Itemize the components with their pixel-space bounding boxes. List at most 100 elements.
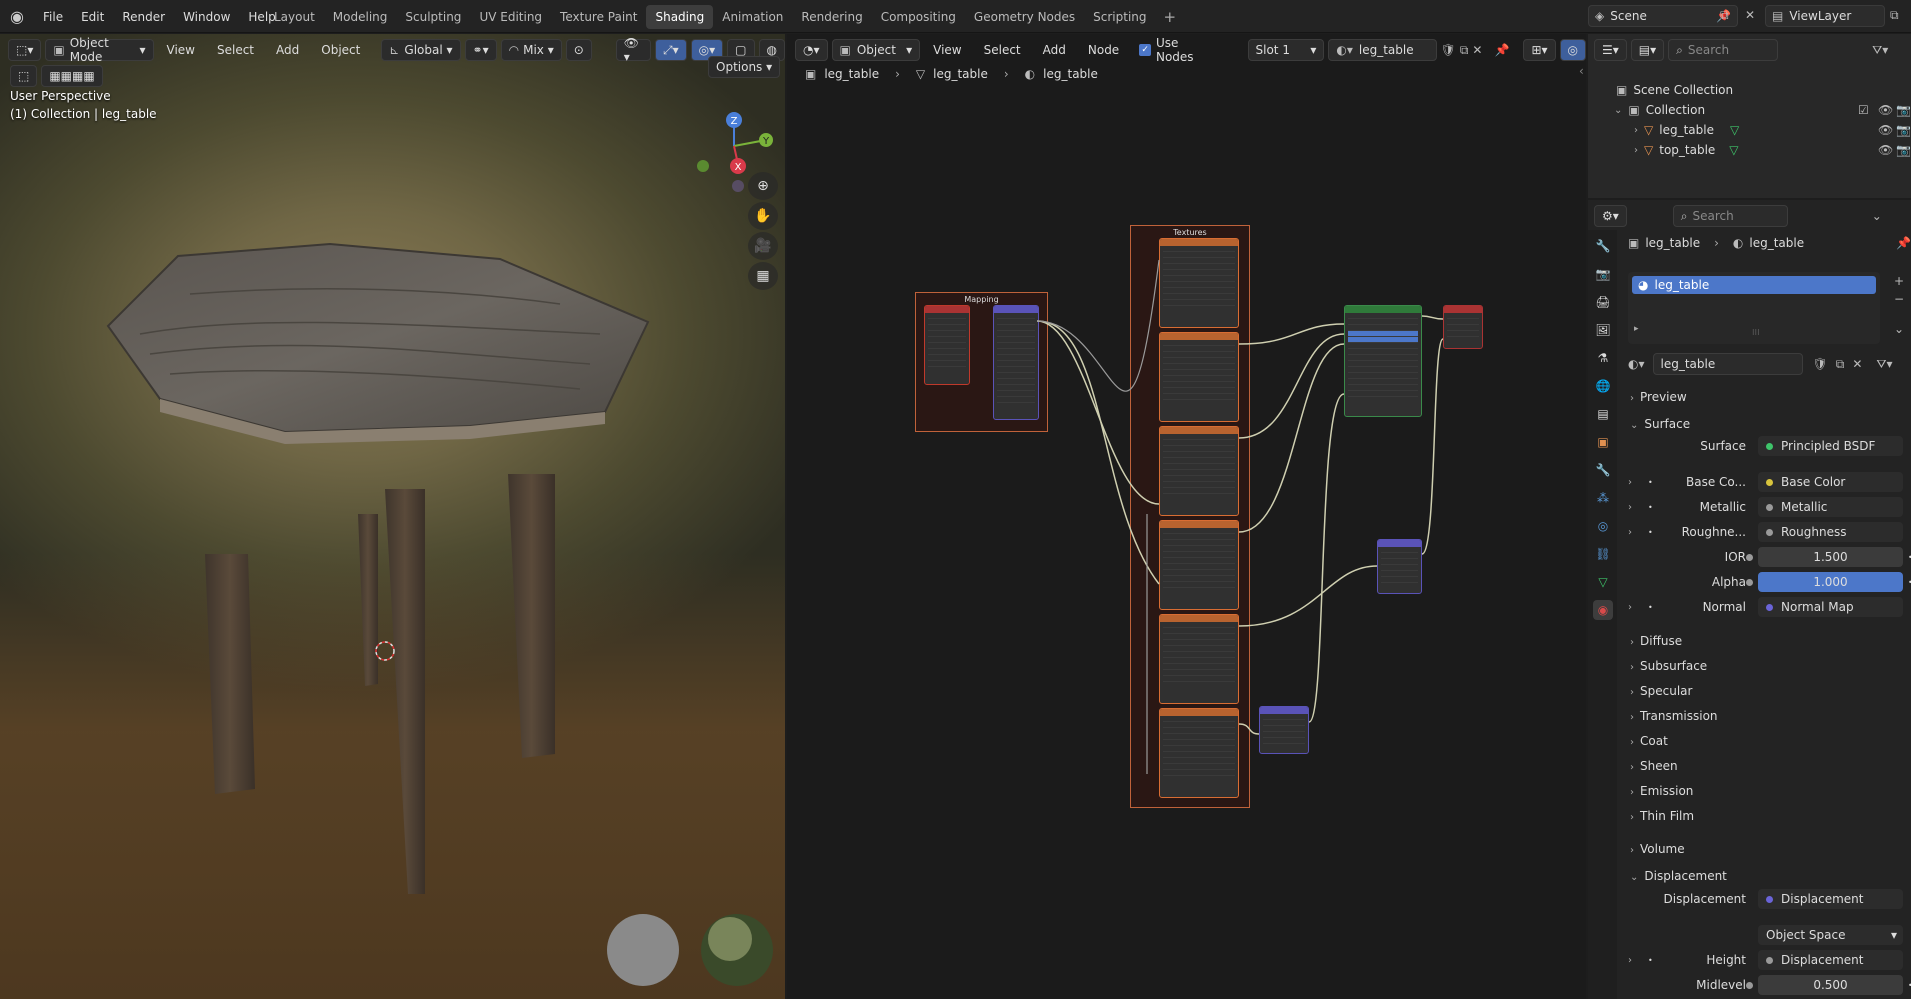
midlevel-field[interactable]: 0.500 bbox=[1758, 975, 1903, 995]
image-texture-ao[interactable] bbox=[1159, 332, 1239, 422]
prop-roughness[interactable]: › • Roughne... Roughness bbox=[1628, 521, 1911, 543]
subpanel-emission[interactable]: › Emission bbox=[1630, 784, 1693, 798]
shader-type-dropdown[interactable]: ▣ Object ▾ bbox=[831, 39, 921, 61]
material-tab-icon[interactable]: ◉ bbox=[1593, 600, 1613, 620]
slot-dropdown[interactable]: Slot 1 ▾ bbox=[1247, 39, 1325, 61]
ne-menu-select[interactable]: Select bbox=[975, 38, 1030, 62]
unlink-material-icon[interactable]: ✕ bbox=[1472, 43, 1482, 57]
subpanel-diffuse[interactable]: › Diffuse bbox=[1630, 634, 1682, 648]
prop-midlevel[interactable]: Midlevel0.500• bbox=[1628, 974, 1911, 996]
subpanel-thin-film[interactable]: › Thin Film bbox=[1630, 809, 1694, 823]
prop-normal[interactable]: › • Normal Normal Map bbox=[1628, 596, 1911, 618]
prop-displacement[interactable]: Displacement Displacement bbox=[1628, 888, 1911, 910]
ior-field[interactable]: 1.500 bbox=[1758, 547, 1903, 567]
keyframe-dot-icon[interactable]: • bbox=[1648, 956, 1653, 965]
subpanel-subsurface[interactable]: › Subsurface bbox=[1630, 659, 1707, 673]
bc-object[interactable]: leg_table bbox=[824, 67, 879, 81]
tab-uv-editing[interactable]: UV Editing bbox=[470, 5, 551, 29]
unlink-icon[interactable]: ✕ bbox=[1852, 357, 1862, 371]
normal-field[interactable]: Normal Map bbox=[1758, 597, 1903, 617]
render-camera-icon[interactable]: 📷 bbox=[1896, 123, 1911, 137]
tab-modeling[interactable]: Modeling bbox=[324, 5, 397, 29]
scene-collection-row[interactable]: ▣ Scene Collection bbox=[1588, 80, 1911, 100]
add-slot-icon[interactable]: + bbox=[1894, 274, 1904, 288]
expand-icon[interactable]: › bbox=[1628, 527, 1632, 538]
scene-selector[interactable]: ◈ Scene 📌 bbox=[1588, 5, 1738, 27]
menu-file[interactable]: File bbox=[34, 5, 72, 29]
view-layer-tab-icon[interactable]: 🖼 bbox=[1593, 320, 1613, 340]
output-tab-icon[interactable]: 🖨 bbox=[1593, 292, 1613, 312]
add-workspace-icon[interactable]: + bbox=[1156, 8, 1185, 26]
leg-table-expand-icon[interactable]: › bbox=[1634, 125, 1638, 136]
principled-bsdf-node[interactable] bbox=[1344, 305, 1422, 417]
properties-editor-icon[interactable]: ⚙▾ bbox=[1594, 205, 1627, 227]
visibility-eye-icon[interactable]: 👁 bbox=[1878, 143, 1893, 157]
material-slot-list[interactable]: ◕ leg_table ▸ ⁝⁝⁝ bbox=[1628, 272, 1880, 344]
tab-geometry-nodes[interactable]: Geometry Nodes bbox=[965, 5, 1084, 29]
outliner-item-top-table[interactable]: › ▽ top_table ▽ 👁 📷 bbox=[1588, 140, 1911, 160]
ne-menu-add[interactable]: Add bbox=[1034, 38, 1075, 62]
tab-sculpting[interactable]: Sculpting bbox=[396, 5, 470, 29]
tab-animation[interactable]: Animation bbox=[713, 5, 792, 29]
bc-material[interactable]: leg_table bbox=[1043, 67, 1098, 81]
subpanel-sheen[interactable]: › Sheen bbox=[1630, 759, 1678, 773]
expand-icon[interactable]: › bbox=[1628, 602, 1632, 613]
node-editor-type-icon[interactable]: ◔▾ bbox=[795, 39, 828, 61]
browse-material-icon[interactable]: ◐▾ bbox=[1628, 357, 1645, 371]
collection-row[interactable]: ⌄ ▣ Collection ☑ 👁 📷 bbox=[1588, 100, 1911, 120]
delete-scene-icon[interactable]: ✕ bbox=[1745, 8, 1755, 22]
props-options-icon[interactable]: ⌄ bbox=[1872, 209, 1882, 223]
height-field[interactable]: Displacement bbox=[1758, 950, 1903, 970]
filter-icon[interactable]: ⛛▾ bbox=[1872, 43, 1888, 58]
tab-scripting[interactable]: Scripting bbox=[1084, 5, 1155, 29]
alpha-slider[interactable]: 1.000 bbox=[1758, 572, 1903, 592]
view-layer-selector[interactable]: ▤ ViewLayer bbox=[1765, 5, 1885, 27]
mesh-data-icon[interactable]: ▽ bbox=[1730, 123, 1739, 137]
menu-render[interactable]: Render bbox=[113, 5, 174, 29]
displacement-panel-header[interactable]: ⌄ Displacement bbox=[1630, 869, 1727, 883]
material-selector[interactable]: ◐▾ leg_table bbox=[1328, 39, 1437, 61]
image-texture-normal[interactable] bbox=[1159, 708, 1239, 798]
prop-base-color[interactable]: › • Base Co... Base Color bbox=[1628, 471, 1911, 493]
prop-space[interactable]: Object Space ▾ bbox=[1628, 924, 1911, 946]
modifier-tab-icon[interactable]: 🔧 bbox=[1593, 460, 1613, 480]
prop-height[interactable]: › • Height Displacement bbox=[1628, 949, 1911, 971]
base-color-field[interactable]: Base Color bbox=[1758, 472, 1903, 492]
keyframe-dot-icon[interactable]: • bbox=[1648, 528, 1653, 537]
prop-surface[interactable]: Surface Principled BSDF bbox=[1628, 435, 1911, 457]
image-texture-displacement[interactable] bbox=[1159, 614, 1239, 704]
exclude-checkbox-icon[interactable]: ☑ bbox=[1858, 103, 1869, 117]
visibility-eye-icon[interactable]: 👁 bbox=[1878, 123, 1893, 137]
surface-shader-field[interactable]: Principled BSDF bbox=[1758, 436, 1903, 456]
pin-node-tree-icon[interactable]: 📌 bbox=[1494, 43, 1509, 57]
normal-map-node[interactable] bbox=[1259, 706, 1309, 754]
prop-metallic[interactable]: › • Metallic Metallic bbox=[1628, 496, 1911, 518]
top-table-expand-icon[interactable]: › bbox=[1634, 145, 1638, 156]
image-texture-base-color[interactable] bbox=[1159, 238, 1239, 328]
prop-alpha[interactable]: Alpha1.000• bbox=[1628, 571, 1911, 593]
object-tab-icon[interactable]: ▣ bbox=[1593, 432, 1613, 452]
tab-layout[interactable]: Layout bbox=[265, 5, 324, 29]
particles-tab-icon[interactable]: ⁂ bbox=[1593, 488, 1613, 508]
octagon-table-model[interactable] bbox=[0, 34, 785, 999]
duplicate-icon[interactable]: ⧉ bbox=[1836, 357, 1845, 372]
material-name-field[interactable]: leg_table bbox=[1652, 353, 1803, 375]
menu-edit[interactable]: Edit bbox=[72, 5, 113, 29]
shader-node-editor[interactable]: ◔▾ ▣ Object ▾ View Select Add Node ✓ Use No… bbox=[787, 34, 1586, 999]
data-tab-icon[interactable]: ▽ bbox=[1593, 572, 1613, 592]
new-view-layer-icon[interactable]: ⧉ bbox=[1890, 8, 1899, 23]
material-slot-item[interactable]: ◕ leg_table bbox=[1632, 276, 1876, 294]
sidebar-toggle-icon[interactable]: ‹ bbox=[1579, 64, 1584, 78]
resize-handle-icon[interactable]: ⁝⁝⁝ bbox=[1752, 328, 1760, 337]
3d-viewport[interactable]: ⬚▾ ▣ Object Mode ▾ View Select Add Object… bbox=[0, 34, 785, 999]
mapping-node[interactable] bbox=[993, 305, 1039, 420]
properties-editor[interactable]: ⚙▾ ⌕ Search ⌄ 🔧 📷 🖨 🖼 ⚗ 🌐 ▤ ▣ 🔧 ⁂ ◎ ⛓ ▽ ◉… bbox=[1588, 200, 1911, 999]
outliner[interactable]: ☰▾ ▤▾ ⌕ Search ⛛▾ ▣ Scene Collection ⌄ ▣ Col… bbox=[1588, 34, 1911, 198]
image-texture-roughness[interactable] bbox=[1159, 520, 1239, 610]
ne-menu-node[interactable]: Node bbox=[1079, 38, 1128, 62]
displacement-field[interactable]: Displacement bbox=[1758, 889, 1903, 909]
tab-texture-paint[interactable]: Texture Paint bbox=[551, 5, 646, 29]
expand-icon[interactable]: › bbox=[1628, 477, 1632, 488]
ne-menu-view[interactable]: View bbox=[924, 38, 970, 62]
render-camera-icon[interactable]: 📷 bbox=[1896, 103, 1911, 117]
